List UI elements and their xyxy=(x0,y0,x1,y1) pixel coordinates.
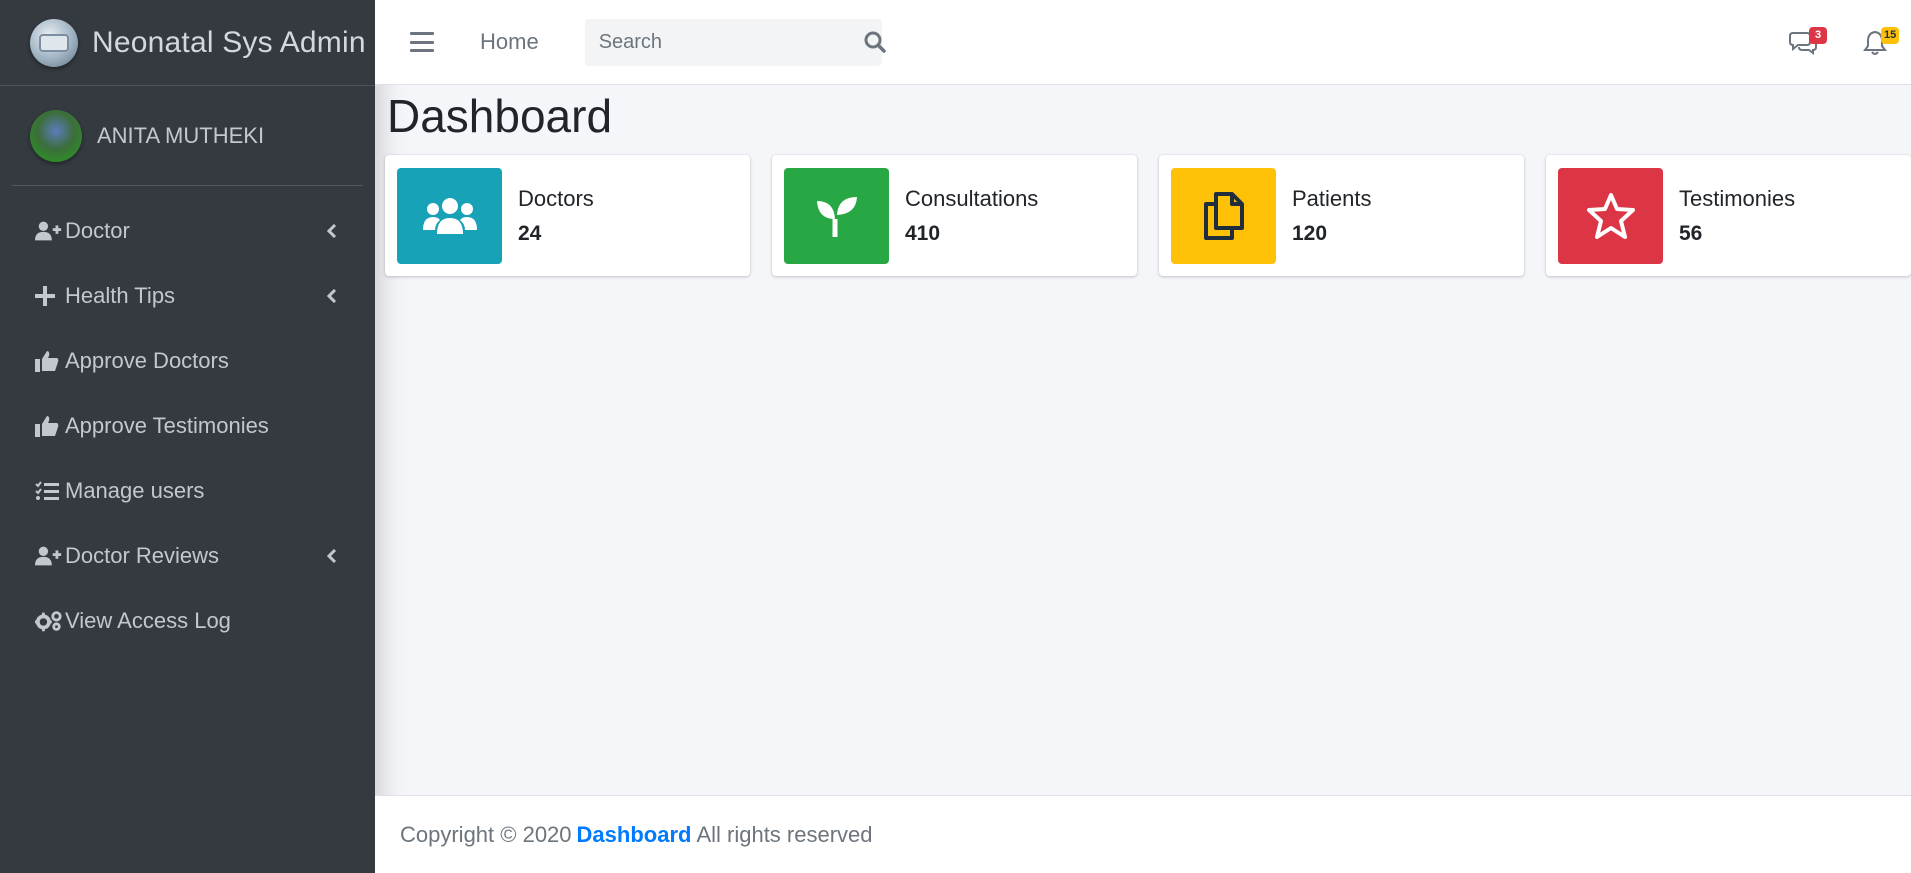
sidebar-item-label: Approve Doctors xyxy=(65,347,229,373)
search-button[interactable] xyxy=(864,19,886,66)
brand-logo-icon xyxy=(30,18,78,67)
copy-icon xyxy=(1171,167,1276,264)
copyright-text: Copyright © 2020 xyxy=(400,821,572,847)
search-input[interactable] xyxy=(584,30,864,54)
user-name[interactable]: ANITA MUTHEKI xyxy=(97,123,264,149)
user-plus-icon xyxy=(35,220,63,242)
sidebar-item-label: Approve Testimonies xyxy=(65,412,269,438)
search-form xyxy=(584,18,886,66)
info-box-label: Consultations xyxy=(905,185,1039,211)
brand-title: Neonatal Sys Admin xyxy=(92,25,366,59)
info-box-consultations[interactable]: Consultations 410 xyxy=(772,155,1137,276)
info-box-number: 56 xyxy=(1679,221,1703,245)
sidebar-item-label: Doctor Reviews xyxy=(65,542,220,568)
brand-link[interactable]: Neonatal Sys Admin xyxy=(0,0,375,86)
info-box-number: 24 xyxy=(518,221,542,245)
plus-icon xyxy=(35,285,63,306)
star-icon xyxy=(1558,167,1663,264)
notifications-button[interactable]: 15 xyxy=(1839,0,1911,85)
avatar[interactable] xyxy=(30,109,82,162)
user-panel: ANITA MUTHEKI xyxy=(12,86,363,186)
sidebar-item-label: Health Tips xyxy=(65,282,176,308)
footer-dashboard-link[interactable]: Dashboard xyxy=(577,822,692,848)
sidebar-item-label: Doctor xyxy=(65,217,130,243)
sidebar-item-view-access-log[interactable]: View Access Log xyxy=(0,588,375,653)
chevron-left-icon xyxy=(325,548,339,563)
info-box-number: 120 xyxy=(1292,221,1328,245)
home-link[interactable]: Home xyxy=(480,29,539,55)
thumbs-up-icon xyxy=(35,350,63,372)
info-box-doctors[interactable]: Doctors 24 xyxy=(385,155,750,276)
info-box-patients[interactable]: Patients 120 xyxy=(1159,155,1524,276)
sidebar-item-doctor[interactable]: Doctor xyxy=(0,198,375,263)
info-box-testimonies[interactable]: Testimonies 56 xyxy=(1546,155,1911,276)
sidebar-item-manage-users[interactable]: Manage users xyxy=(0,458,375,523)
sidebar-item-approve-testimonies[interactable]: Approve Testimonies xyxy=(0,393,375,458)
top-navbar: Home 3 15 xyxy=(375,0,1911,85)
tasks-icon xyxy=(35,480,63,501)
info-box-label: Testimonies xyxy=(1679,185,1796,211)
info-box-label: Patients xyxy=(1292,185,1372,211)
main-sidebar: Neonatal Sys Admin ANITA MUTHEKI Doctor … xyxy=(0,0,375,873)
sidebar-item-approve-doctors[interactable]: Approve Doctors xyxy=(0,328,375,393)
sidebar-item-label: View Access Log xyxy=(65,607,231,633)
sidebar-item-label: Manage users xyxy=(65,477,205,503)
chevron-left-icon xyxy=(325,288,339,303)
users-icon xyxy=(397,167,502,264)
sidebar-item-doctor-reviews[interactable]: Doctor Reviews xyxy=(0,523,375,588)
search-icon xyxy=(864,31,886,53)
messages-button[interactable]: 3 xyxy=(1767,0,1839,85)
thumbs-up-icon xyxy=(35,415,63,437)
notifications-count-badge: 15 xyxy=(1881,27,1900,44)
hamburger-menu-icon[interactable] xyxy=(410,32,434,52)
sidebar-nav: Doctor Health Tips Approve Doctors Appro… xyxy=(0,198,375,653)
content-wrapper: Dashboard Doctors 24 Consultations 410 P… xyxy=(375,85,1911,795)
page-title: Dashboard xyxy=(387,90,613,142)
chevron-left-icon xyxy=(325,223,339,238)
sidebar-item-health-tips[interactable]: Health Tips xyxy=(0,263,375,328)
cogs-icon xyxy=(35,610,63,632)
info-boxes: Doctors 24 Consultations 410 Patients 12… xyxy=(385,155,1911,276)
info-box-label: Doctors xyxy=(518,185,594,211)
navbar-right: 3 15 xyxy=(1767,0,1911,85)
rights-text: All rights reserved xyxy=(696,821,873,847)
main-footer: Copyright © 2020 Dashboard All rights re… xyxy=(375,795,1911,873)
info-box-number: 410 xyxy=(905,221,941,245)
seedling-icon xyxy=(784,167,889,264)
messages-count-badge: 3 xyxy=(1809,27,1827,44)
user-plus-icon xyxy=(35,545,63,567)
